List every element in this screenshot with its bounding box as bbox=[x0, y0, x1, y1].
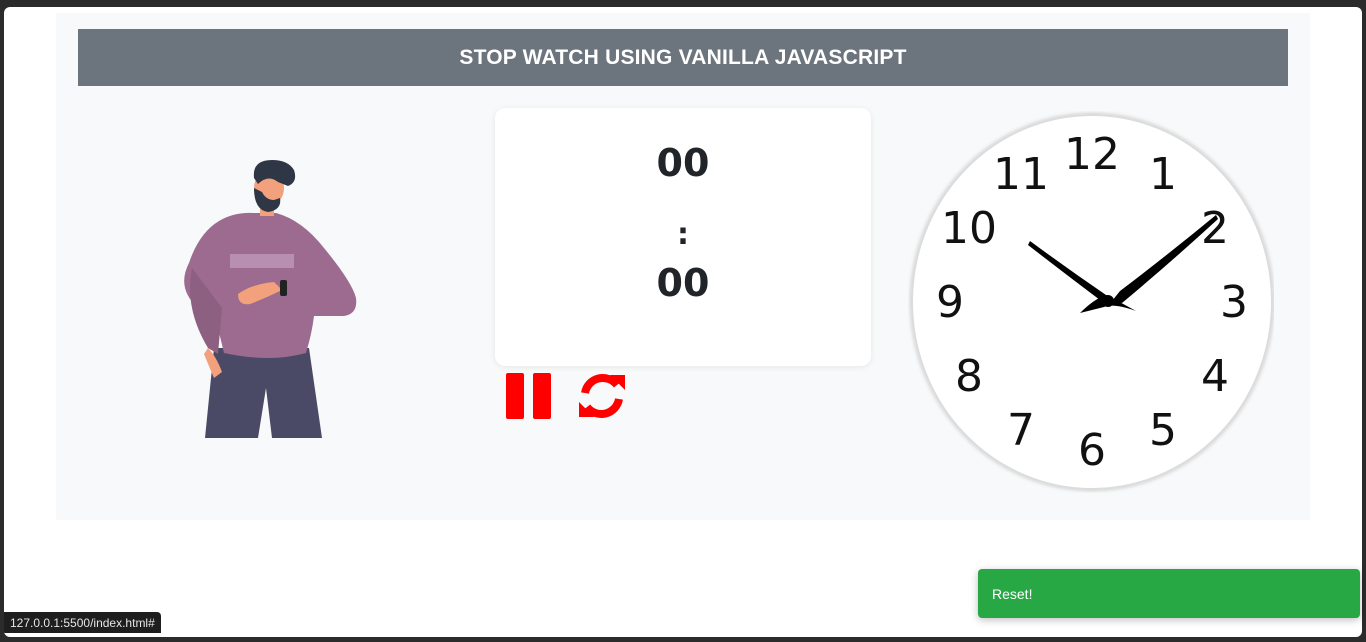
page-title: STOP WATCH USING VANILLA JAVASCRIPT bbox=[78, 29, 1288, 86]
clock-numeral-12: 12 bbox=[1064, 129, 1120, 180]
clock-numeral-4: 4 bbox=[1201, 351, 1229, 402]
person-illustration bbox=[184, 160, 357, 438]
toast-message: Reset! bbox=[992, 585, 1033, 602]
clock-numeral-9: 9 bbox=[936, 277, 964, 328]
stopwatch-display: 00 : 00 bbox=[495, 108, 871, 366]
clock-numeral-6: 6 bbox=[1078, 425, 1106, 476]
status-bar-url: 127.0.0.1:5500/index.html# bbox=[4, 612, 161, 633]
time-separator: : bbox=[677, 217, 689, 252]
clock-numeral-11: 11 bbox=[993, 149, 1049, 200]
pause-icon[interactable] bbox=[505, 371, 553, 421]
seconds-display: 00 bbox=[656, 261, 710, 305]
clock-numeral-8: 8 bbox=[955, 351, 983, 402]
clock-numeral-1: 1 bbox=[1149, 149, 1177, 200]
stopwatch-controls bbox=[505, 371, 627, 421]
clock-numeral-5: 5 bbox=[1149, 405, 1177, 456]
toast-notification: Reset! bbox=[978, 569, 1360, 618]
clock-numeral-10: 10 bbox=[941, 203, 997, 254]
minutes-display: 00 bbox=[656, 141, 710, 185]
analog-clock: 12 1234567891011 bbox=[911, 114, 1273, 490]
clock-numeral-3: 3 bbox=[1220, 277, 1248, 328]
main-container: STOP WATCH USING VANILLA JAVASCRIPT 00:… bbox=[56, 13, 1310, 520]
sync-icon[interactable] bbox=[577, 371, 627, 421]
clock-numeral-7: 7 bbox=[1007, 405, 1035, 456]
browser-window: STOP WATCH USING VANILLA JAVASCRIPT 00:… bbox=[4, 7, 1362, 637]
